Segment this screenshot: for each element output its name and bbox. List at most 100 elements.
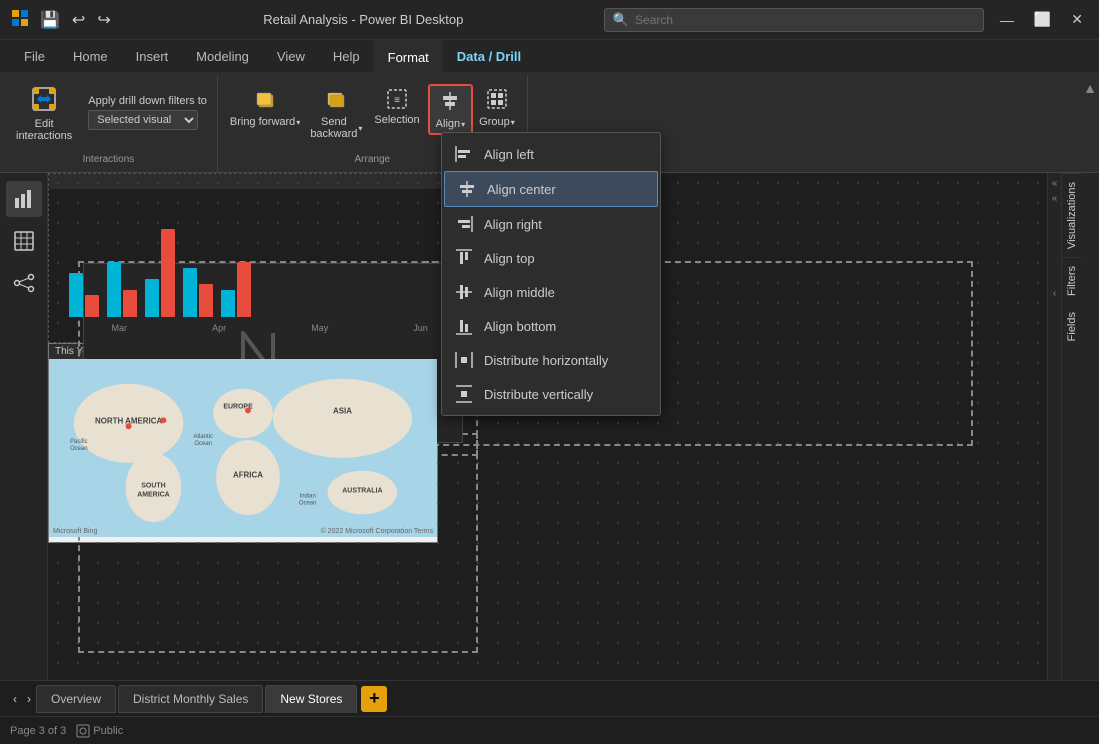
svg-text:Pacific: Pacific xyxy=(70,439,88,445)
dropdown-label-align-top: Align top xyxy=(484,251,535,266)
tab-district-monthly[interactable]: District Monthly Sales xyxy=(118,685,263,713)
visibility-icon xyxy=(76,724,90,738)
x-label-Jun: Jun xyxy=(413,323,428,333)
apply-drill-select[interactable]: Selected visual xyxy=(88,110,198,130)
send-backward-label-row: Sendbackward ▾ xyxy=(310,116,362,140)
minimize-button[interactable]: — xyxy=(994,9,1020,30)
search-box[interactable]: 🔍 xyxy=(604,8,984,32)
collapse-viz-button[interactable]: « xyxy=(1051,192,1059,205)
fields-panel-label[interactable]: Fields xyxy=(1062,304,1082,349)
dropdown-item-distribute-horizontally[interactable]: Distribute horizontally xyxy=(442,343,660,377)
align-bottom-icon xyxy=(454,316,474,336)
tab-format[interactable]: Format xyxy=(374,40,443,72)
visualizations-panel-label[interactable]: Visualizations xyxy=(1062,173,1082,257)
search-input[interactable] xyxy=(635,13,975,27)
ribbon-scroll-up[interactable]: ▲ xyxy=(1083,80,1097,96)
align-middle-icon xyxy=(454,282,474,302)
x-label-Apr: Apr xyxy=(212,323,226,333)
svg-text:Ocean: Ocean xyxy=(70,446,88,452)
dropdown-item-distribute-vertically[interactable]: Distribute vertically xyxy=(442,377,660,411)
dropdown-item-align-center[interactable]: Align center xyxy=(444,171,658,207)
tab-file[interactable]: File xyxy=(10,40,59,72)
collapse-all-button[interactable]: « xyxy=(1051,177,1059,190)
apply-drill-section: Apply drill down filters to Selected vis… xyxy=(88,95,207,130)
tab-data-drill[interactable]: Data / Drill xyxy=(443,40,535,72)
sidebar-chart-icon[interactable] xyxy=(6,181,42,217)
window-icon xyxy=(10,8,30,31)
sidebar-model-icon[interactable] xyxy=(6,265,42,301)
bar-teal-Jul xyxy=(221,290,235,318)
svg-text:SOUTH: SOUTH xyxy=(141,483,165,490)
tab-nav-next[interactable]: › xyxy=(22,689,36,709)
tab-nav-prev[interactable]: ‹ xyxy=(8,689,22,709)
group-label-row: Group ▾ xyxy=(479,116,515,128)
bar-red-Apr xyxy=(123,290,137,318)
dropdown-item-align-top[interactable]: Align top xyxy=(442,241,660,275)
tab-home[interactable]: Home xyxy=(59,40,122,72)
bring-forward-button[interactable]: Bring forward ▾ xyxy=(226,84,304,131)
right-panels: « « ‹ Visualizations Filters Fields xyxy=(1047,173,1099,680)
edit-interactions-icon xyxy=(28,83,60,115)
send-backward-button[interactable]: Sendbackward ▾ xyxy=(306,84,366,143)
filters-panel-label[interactable]: Filters xyxy=(1062,257,1082,304)
bar-group-May xyxy=(145,229,175,317)
undo-redo-group: 💾 ↩ ↪ xyxy=(36,8,115,32)
send-backward-icon xyxy=(324,87,348,114)
page-info: Page 3 of 3 xyxy=(10,725,66,737)
x-label-Mar: Mar xyxy=(112,323,128,333)
dropdown-label-align-bottom: Align bottom xyxy=(484,319,556,334)
map-widget[interactable]: This Year Sales by City and Chain ≡ ⤢ ••… xyxy=(48,343,438,543)
edit-interactions-button[interactable]: Edit interactions xyxy=(10,80,78,145)
svg-text:AMERICA: AMERICA xyxy=(137,491,169,498)
bar-red-Jun xyxy=(199,284,213,317)
bring-forward-icon xyxy=(253,87,277,114)
bar-teal-May xyxy=(145,279,159,318)
undo-button[interactable]: ↩ xyxy=(68,8,89,32)
align-right-icon xyxy=(454,214,474,234)
tab-overview[interactable]: Overview xyxy=(36,685,116,713)
bar-red-Jul xyxy=(237,262,251,317)
status-bar: Page 3 of 3 Public xyxy=(0,716,1099,744)
apply-drill-label: Apply drill down filters to xyxy=(88,95,207,107)
group-button[interactable]: Group ▾ xyxy=(475,84,519,131)
bar-group-Mar xyxy=(69,273,99,317)
dropdown-item-align-right[interactable]: Align right xyxy=(442,207,660,241)
svg-text:Indian: Indian xyxy=(300,493,316,499)
maximize-button[interactable]: ⬜ xyxy=(1028,9,1057,30)
tab-modeling[interactable]: Modeling xyxy=(182,40,263,72)
dropdown-item-align-middle[interactable]: Align middle xyxy=(442,275,660,309)
align-top-icon xyxy=(454,248,474,268)
svg-text:Atlantic: Atlantic xyxy=(193,434,213,440)
dropdown-label-align-right: Align right xyxy=(484,217,542,232)
save-button[interactable]: 💾 xyxy=(36,8,64,32)
align-button[interactable]: Align ▾ xyxy=(428,84,473,135)
x-label-May: May xyxy=(311,323,328,333)
align-label-row: Align ▾ xyxy=(436,118,465,130)
tab-help[interactable]: Help xyxy=(319,40,374,72)
bar-group-Jun xyxy=(183,268,213,318)
tab-insert[interactable]: Insert xyxy=(122,40,183,72)
tab-new-stores[interactable]: New Stores xyxy=(265,685,357,713)
panel-collapse-buttons: « « ‹ xyxy=(1048,173,1062,680)
bar-teal-Apr xyxy=(107,262,121,317)
dropdown-item-align-left[interactable]: Align left xyxy=(442,137,660,171)
redo-button[interactable]: ↪ xyxy=(93,8,114,32)
window-controls: — ⬜ ✕ xyxy=(994,9,1089,30)
selection-button[interactable]: ≡ Selection xyxy=(368,84,425,130)
bring-forward-label-row: Bring forward ▾ xyxy=(230,116,300,128)
align-left-icon xyxy=(454,144,474,164)
sidebar-table-icon[interactable] xyxy=(6,223,42,259)
add-tab-button[interactable]: + xyxy=(361,686,387,712)
dropdown-label-distribute-horizontally: Distribute horizontally xyxy=(484,353,608,368)
interactions-group-label: Interactions xyxy=(83,154,135,168)
close-button[interactable]: ✕ xyxy=(1065,9,1089,30)
dropdown-item-align-bottom[interactable]: Align bottom xyxy=(442,309,660,343)
svg-text:ASIA: ASIA xyxy=(333,406,352,415)
tab-bar: ‹ › Overview District Monthly Sales New … xyxy=(0,680,1099,716)
svg-text:Ocean: Ocean xyxy=(194,441,212,447)
bar-teal-Mar xyxy=(69,273,83,317)
svg-text:Ocean: Ocean xyxy=(299,500,317,506)
collapse-filter-arrow[interactable]: ‹ xyxy=(1052,287,1057,300)
tab-view[interactable]: View xyxy=(263,40,319,72)
bar-red-May xyxy=(161,229,175,317)
